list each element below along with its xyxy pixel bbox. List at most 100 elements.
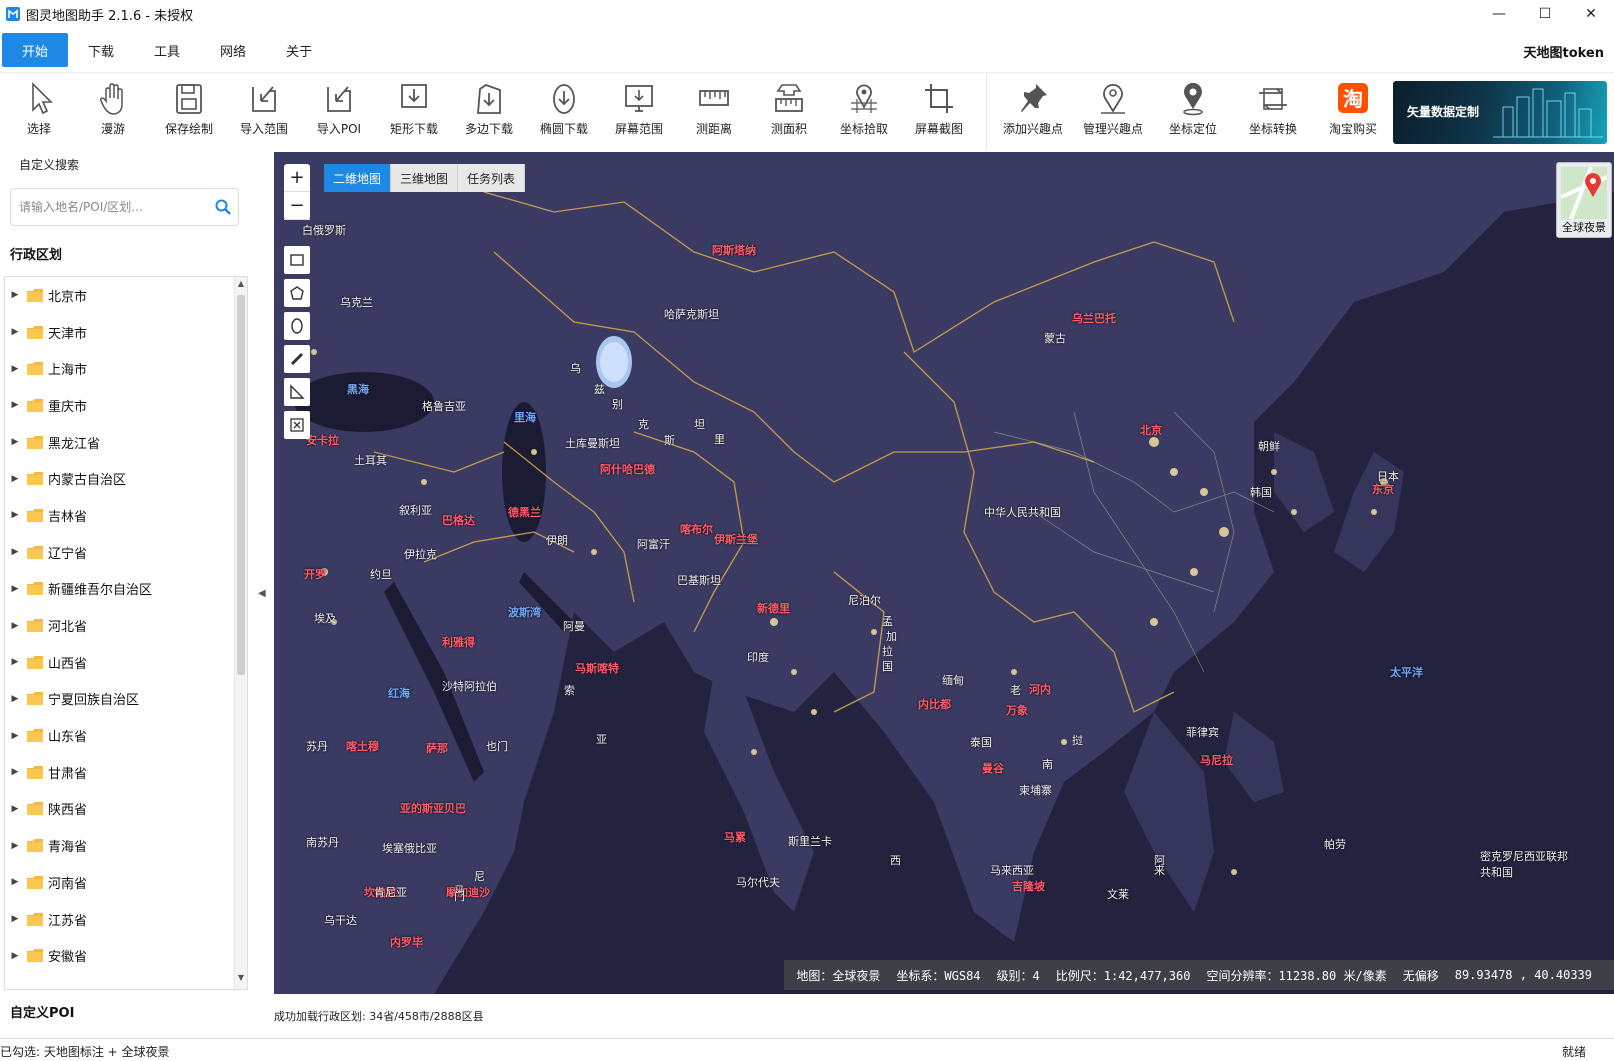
expand-arrow-icon[interactable]: ▶: [7, 914, 23, 924]
tree-item-region[interactable]: ▶ 北京市: [5, 277, 247, 314]
tree-item-region[interactable]: ▶ 吉林省: [5, 497, 247, 534]
sidebar-collapse-icon[interactable]: ◀: [258, 588, 266, 599]
scroll-up-icon[interactable]: ▲: [235, 279, 247, 293]
pick-coordinate-button[interactable]: 坐标拾取: [829, 81, 899, 147]
search-input[interactable]: [19, 197, 209, 217]
draw-ellipse-button[interactable]: [284, 312, 310, 340]
expand-arrow-icon[interactable]: ▶: [7, 510, 23, 520]
tree-item-region[interactable]: ▶ 黑龙江省: [5, 424, 247, 461]
expand-arrow-icon[interactable]: ▶: [7, 767, 23, 777]
tree-item-region[interactable]: ▶ 河南省: [5, 864, 247, 901]
search-box: [10, 188, 239, 226]
expand-arrow-icon[interactable]: ▶: [7, 731, 23, 741]
expand-arrow-icon[interactable]: ▶: [7, 547, 23, 557]
taobao-buy-button[interactable]: 淘 淘宝购买: [1318, 81, 1388, 147]
admin-division-header: 行政区划: [10, 248, 63, 263]
map-view[interactable]: 阿斯塔纳 哈萨克斯坦 乌兰巴托 蒙古 白俄罗斯 乌克兰 格鲁吉亚 黑海 里海 安卡拉 土耳其 土库曼斯…: [274, 152, 1614, 994]
zoom-in-button[interactable]: +: [284, 164, 310, 192]
expand-arrow-icon[interactable]: ▶: [7, 877, 23, 887]
expand-arrow-icon[interactable]: ▶: [7, 657, 23, 667]
region-tree-scrollbar[interactable]: ▲ ▼: [234, 277, 247, 989]
place-label: 土库曼斯坦: [565, 437, 620, 450]
expand-arrow-icon[interactable]: ▶: [7, 841, 23, 851]
import-range-button[interactable]: 导入范围: [229, 81, 299, 147]
polygon-download-button[interactable]: 多边下载: [454, 81, 524, 147]
tree-item-region[interactable]: ▶ 重庆市: [5, 387, 247, 424]
tree-item-label: 辽宁省: [48, 546, 88, 562]
expand-arrow-icon[interactable]: ▶: [7, 400, 23, 410]
menu-tools[interactable]: 工具: [134, 33, 200, 67]
minimize-button[interactable]: —: [1476, 0, 1522, 28]
taobao-buy-label: 淘宝购买: [1328, 122, 1377, 136]
tree-item-region[interactable]: ▶ 天津市: [5, 314, 247, 351]
vector-data-ad-banner[interactable]: 矢量数据定制: [1393, 81, 1607, 144]
select-tool-button[interactable]: 选择: [4, 81, 74, 147]
tree-item-region[interactable]: ▶ 新疆维吾尔自治区: [5, 571, 247, 608]
expand-arrow-icon[interactable]: ▶: [7, 694, 23, 704]
left-sidebar: 自定义搜索 行政区划 ▶北京市▶天津市▶上海市▶重庆市▶黑龙江省▶内蒙古自治区▶…: [0, 152, 272, 1032]
maximize-button[interactable]: ☐: [1522, 0, 1568, 28]
place-label: 文莱: [1107, 888, 1129, 901]
expand-arrow-icon[interactable]: ▶: [7, 804, 23, 814]
scroll-down-icon[interactable]: ▼: [235, 973, 247, 987]
menu-about[interactable]: 关于: [266, 33, 332, 67]
add-poi-button[interactable]: 添加兴趣点: [998, 81, 1068, 147]
clear-drawing-button[interactable]: [284, 411, 310, 439]
expand-arrow-icon[interactable]: ▶: [7, 290, 23, 300]
locate-coordinate-button[interactable]: 坐标定位: [1158, 81, 1228, 147]
expand-arrow-icon[interactable]: ▶: [7, 364, 23, 374]
expand-arrow-icon[interactable]: ▶: [7, 584, 23, 594]
tree-item-region[interactable]: ▶ 安徽省: [5, 937, 247, 974]
screenshot-label: 屏幕截图: [914, 122, 963, 136]
draw-rectangle-button[interactable]: [284, 246, 310, 274]
zoom-out-button[interactable]: −: [284, 192, 310, 220]
tab-task-list[interactable]: 任务列表: [458, 164, 526, 192]
ellipse-download-button[interactable]: 椭圆下载: [529, 81, 599, 147]
folder-icon: [27, 655, 43, 669]
tree-item-region[interactable]: ▶ 河北省: [5, 607, 247, 644]
measure-area-button[interactable]: 测面积: [754, 81, 824, 147]
tree-item-region[interactable]: ▶ 青海省: [5, 827, 247, 864]
tree-item-label: 吉林省: [48, 509, 88, 525]
search-icon[interactable]: [214, 198, 232, 216]
tree-item-region[interactable]: ▶ 山西省: [5, 644, 247, 681]
tree-item-region[interactable]: ▶ 宁夏回族自治区: [5, 681, 247, 718]
tab-3d-map[interactable]: 三维地图: [391, 164, 459, 192]
tree-item-region[interactable]: ▶ 上海市: [5, 350, 247, 387]
tree-item-region[interactable]: ▶ 江苏省: [5, 901, 247, 938]
expand-arrow-icon[interactable]: ▶: [7, 621, 23, 631]
save-drawing-button[interactable]: 保存绘制: [154, 81, 224, 147]
basemap-switch-button[interactable]: 全球夜景: [1556, 162, 1612, 238]
manage-poi-button[interactable]: 管理兴趣点: [1078, 81, 1148, 147]
rect-download-button[interactable]: 矩形下载: [379, 81, 449, 147]
place-label: 密克罗尼西亚联邦: [1480, 850, 1568, 863]
tree-item-region[interactable]: ▶ 陕西省: [5, 791, 247, 828]
pan-tool-button[interactable]: 漫游: [78, 81, 148, 147]
draw-polygon-button[interactable]: [284, 279, 310, 307]
draw-line-button[interactable]: [284, 345, 310, 373]
expand-arrow-icon[interactable]: ▶: [7, 951, 23, 961]
close-button[interactable]: ✕: [1568, 0, 1614, 28]
expand-arrow-icon[interactable]: ▶: [7, 437, 23, 447]
expand-arrow-icon[interactable]: ▶: [7, 474, 23, 484]
folder-icon: [27, 582, 43, 596]
tree-item-region[interactable]: ▶ 辽宁省: [5, 534, 247, 571]
menu-start[interactable]: 开始: [2, 33, 69, 67]
place-label: 中华人民共和国: [984, 506, 1061, 519]
import-poi-button[interactable]: 导入POI: [304, 81, 374, 147]
menu-network[interactable]: 网络: [200, 33, 266, 67]
convert-coordinate-button[interactable]: 坐标转换: [1238, 81, 1308, 147]
menu-download[interactable]: 下载: [68, 33, 134, 67]
screen-range-button[interactable]: 屏幕范围: [604, 81, 674, 147]
tianditu-token-link[interactable]: 天地图token: [1523, 42, 1604, 61]
tree-item-region[interactable]: ▶ 甘肃省: [5, 754, 247, 791]
draw-angle-button[interactable]: [284, 378, 310, 406]
expand-arrow-icon[interactable]: ▶: [7, 327, 23, 337]
scroll-thumb[interactable]: [237, 295, 245, 675]
tree-item-region[interactable]: ▶ 山东省: [5, 717, 247, 754]
measure-distance-button[interactable]: 测距离: [679, 81, 749, 147]
tab-2d-map[interactable]: 二维地图: [324, 164, 392, 192]
screenshot-button[interactable]: 屏幕截图: [904, 81, 974, 147]
tree-item-region[interactable]: ▶ 内蒙古自治区: [5, 460, 247, 497]
place-label: 孟: [882, 615, 893, 628]
